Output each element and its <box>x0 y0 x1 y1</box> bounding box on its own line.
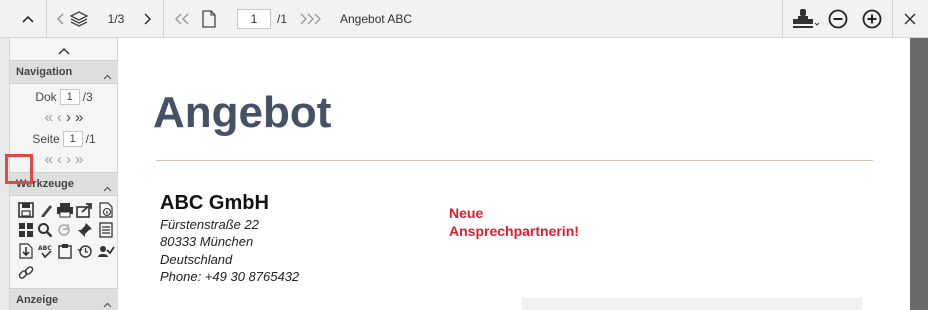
list-doc-icon[interactable] <box>96 220 116 240</box>
navigation-title: Navigation <box>16 66 73 78</box>
address-city: 80333 München <box>160 234 254 249</box>
info-doc-icon[interactable] <box>96 200 116 220</box>
address-street: Fürstenstraße 22 <box>160 217 259 232</box>
doc-nav-row: Dok 1 /3 <box>10 88 118 106</box>
next-doc-icon[interactable] <box>140 0 156 38</box>
page-icon[interactable] <box>198 0 220 38</box>
layers-icon[interactable] <box>68 0 90 38</box>
navigation-section-header[interactable]: Navigation <box>10 60 118 84</box>
document-info-block <box>522 298 862 310</box>
last-doc-icon[interactable]: » <box>75 110 83 126</box>
approve-icon[interactable] <box>96 241 116 261</box>
company-name: ABC GmbH <box>160 192 269 214</box>
dok-label: Dok <box>35 90 57 104</box>
export-icon[interactable] <box>75 200 95 220</box>
sidebar-collapse-icon[interactable] <box>58 44 70 58</box>
seite-label: Seite <box>32 132 60 146</box>
zoom-in-icon[interactable] <box>860 0 884 38</box>
last-page-icon[interactable] <box>296 0 324 38</box>
last-page-small-icon[interactable]: » <box>75 152 83 168</box>
address-phone: Phone: +49 30 8765432 <box>160 269 300 284</box>
next-doc-small-icon[interactable]: › <box>66 110 71 126</box>
address-country: Deutschland <box>160 252 233 267</box>
vertical-scrollbar[interactable] <box>910 38 928 310</box>
collapse-up-icon[interactable] <box>16 0 40 38</box>
title-divider <box>156 160 873 161</box>
save-tool-highlight <box>5 154 33 184</box>
close-icon[interactable] <box>898 0 922 38</box>
contact-notice: Neue Ansprechpartnerin! <box>449 204 579 240</box>
document-title: Angebot <box>153 88 332 137</box>
first-page-small-icon[interactable]: « <box>45 152 53 168</box>
prev-doc-icon[interactable] <box>52 0 68 38</box>
prev-doc-small-icon[interactable]: ‹ <box>57 110 62 126</box>
caret-up-icon <box>103 297 112 310</box>
notice-line-1: Neue <box>449 205 484 221</box>
clipboard-icon[interactable] <box>55 241 75 261</box>
first-doc-icon[interactable]: « <box>45 110 53 126</box>
prev-page-small-icon[interactable]: ‹ <box>57 152 62 168</box>
search-icon[interactable] <box>35 220 55 240</box>
notice-line-2: Ansprechpartnerin! <box>449 223 579 239</box>
stamp-icon[interactable] <box>788 0 822 38</box>
save-icon[interactable] <box>16 200 36 220</box>
edit-pen-icon[interactable] <box>37 200 57 220</box>
print-icon[interactable] <box>55 200 75 220</box>
doc-counter: 1/3 <box>107 12 125 26</box>
seite-total: /1 <box>85 132 96 146</box>
caret-up-icon <box>103 69 112 83</box>
dok-input[interactable]: 1 <box>59 89 80 105</box>
redo-icon[interactable] <box>55 220 75 240</box>
zoom-out-icon[interactable] <box>826 0 850 38</box>
caret-up-icon <box>103 181 112 195</box>
history-icon[interactable] <box>75 241 95 261</box>
download-icon[interactable] <box>16 241 36 261</box>
link-icon[interactable] <box>16 263 36 283</box>
page-total: /1 <box>276 12 287 26</box>
document-name: Angebot ABC <box>340 12 413 26</box>
next-page-small-icon[interactable]: › <box>66 152 71 168</box>
doc-nav-arrows: « ‹ › » <box>10 110 118 126</box>
dok-total: /3 <box>82 90 93 104</box>
pin-icon[interactable] <box>75 220 95 240</box>
display-section-header[interactable]: Anzeige <box>10 288 118 310</box>
seite-input[interactable]: 1 <box>62 131 83 147</box>
top-toolbar: 1/3 1 /1 Angebot ABC <box>0 0 928 38</box>
page-nav-row: Seite 1 /1 <box>10 130 118 148</box>
display-title: Anzeige <box>16 294 59 306</box>
spellcheck-icon[interactable]: ABC <box>35 241 55 261</box>
grid-icon[interactable] <box>16 220 36 240</box>
page-number-input[interactable]: 1 <box>237 9 271 29</box>
first-page-icon[interactable] <box>170 0 196 38</box>
